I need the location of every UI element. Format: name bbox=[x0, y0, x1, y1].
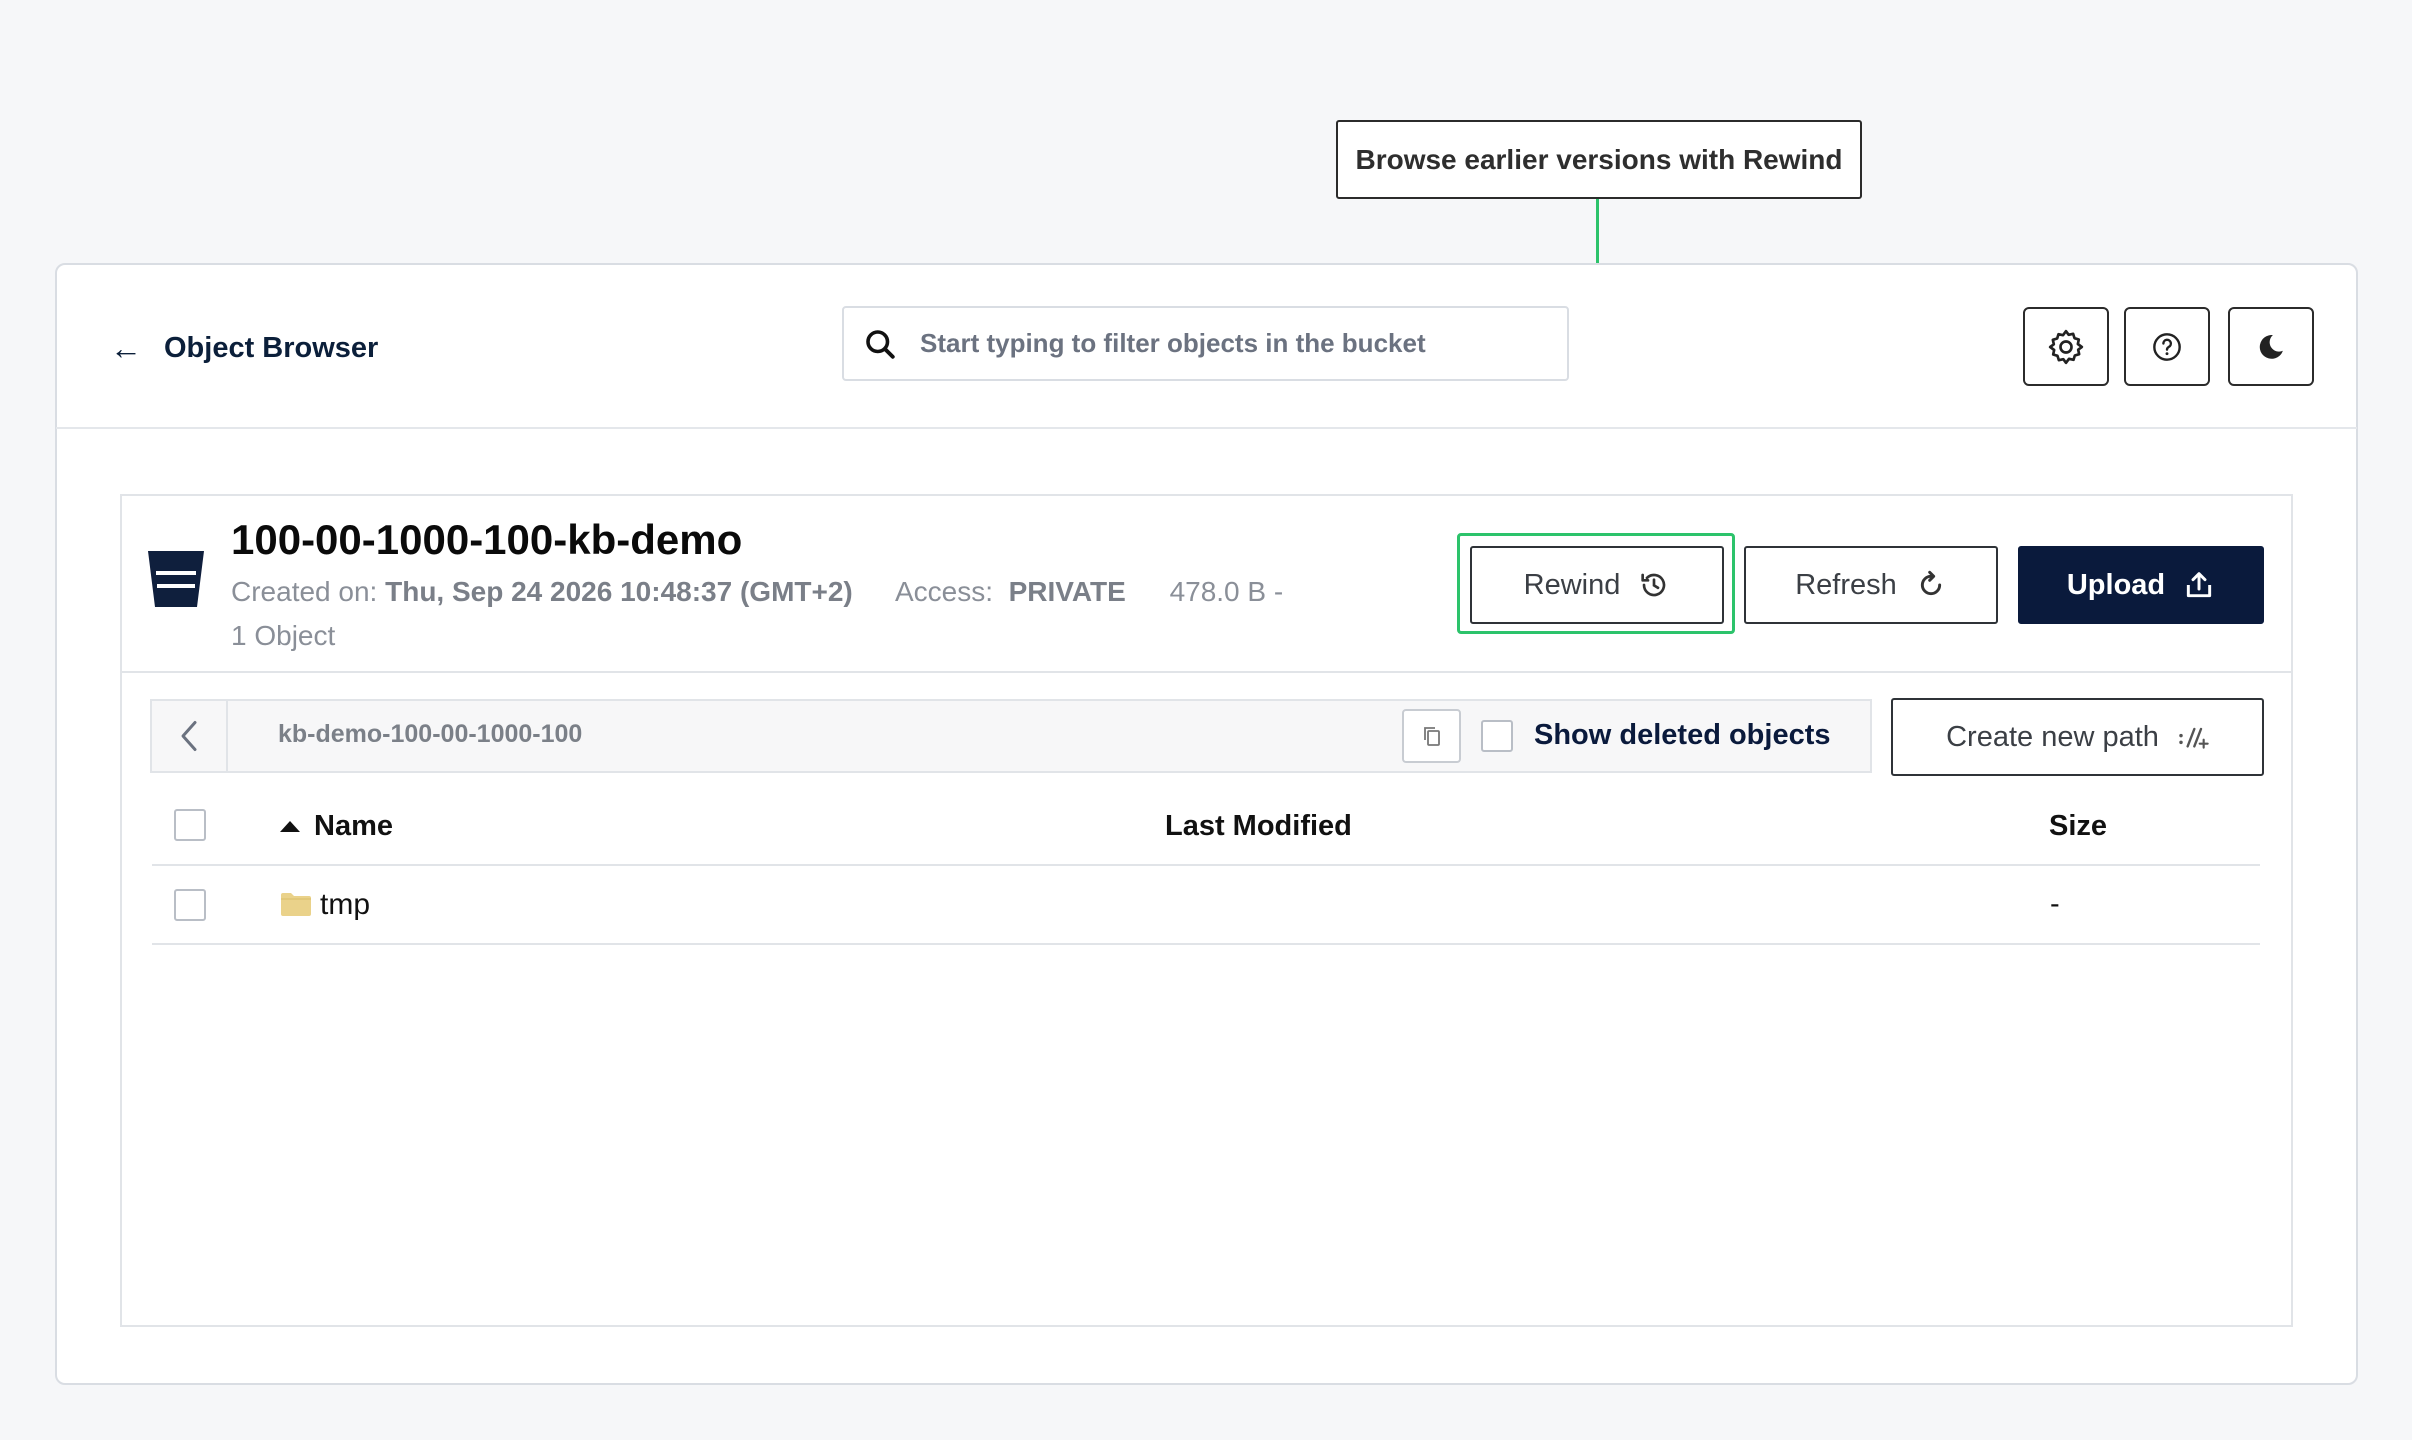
row-object-size: - bbox=[2050, 888, 2060, 920]
object-filter-search[interactable] bbox=[842, 306, 1569, 381]
create-path-label: Create new path bbox=[1946, 720, 2159, 753]
column-header-size[interactable]: Size bbox=[2049, 810, 2107, 843]
create-new-path-button[interactable]: Create new path bbox=[1891, 698, 2264, 776]
back-link-label: Object Browser bbox=[164, 331, 379, 364]
search-input[interactable] bbox=[918, 312, 1567, 375]
rewind-callout: Browse earlier versions with Rewind bbox=[1336, 120, 1862, 199]
header-divider bbox=[56, 427, 2357, 429]
column-header-last-modified[interactable]: Last Modified bbox=[1165, 810, 1352, 843]
table-row[interactable] bbox=[152, 866, 2260, 943]
help-button[interactable] bbox=[2124, 307, 2210, 386]
upload-icon bbox=[2187, 572, 2212, 598]
rewind-button[interactable]: Rewind bbox=[1470, 546, 1724, 624]
refresh-icon bbox=[1920, 570, 1941, 596]
copy-path-button[interactable] bbox=[1402, 709, 1461, 763]
access-value: PRIVATE bbox=[1008, 576, 1126, 607]
upload-button[interactable]: Upload bbox=[2018, 546, 2264, 624]
created-label: Created on: bbox=[231, 576, 378, 607]
table-row-divider bbox=[152, 943, 2260, 945]
help-icon bbox=[2153, 332, 2181, 361]
rewind-label: Rewind bbox=[1523, 568, 1621, 601]
row-object-name[interactable]: tmp bbox=[320, 888, 370, 922]
back-to-object-browser-link[interactable]: ← Object Browser bbox=[110, 326, 378, 370]
bucket-name: 100-00-1000-100-kb-demo bbox=[231, 516, 743, 563]
chevron-left-icon bbox=[181, 721, 197, 751]
refresh-label: Refresh bbox=[1795, 568, 1897, 601]
created-value: Thu, Sep 24 2026 10:48:37 (GMT+2) bbox=[385, 576, 853, 607]
bucket-size: 478.0 B - bbox=[1169, 576, 1284, 607]
show-deleted-label[interactable]: Show deleted objects bbox=[1534, 719, 1831, 752]
sort-ascending-icon bbox=[280, 821, 300, 832]
current-path: kb-demo-100-00-1000-100 bbox=[278, 720, 583, 748]
folder-icon bbox=[281, 893, 311, 916]
gear-icon bbox=[2048, 329, 2084, 364]
access-label: Access: bbox=[894, 576, 994, 607]
search-icon bbox=[866, 329, 895, 359]
column-header-name[interactable]: Name bbox=[280, 810, 393, 843]
upload-label: Upload bbox=[2066, 568, 2166, 601]
show-deleted-checkbox[interactable] bbox=[1481, 720, 1513, 752]
object-count: 1 Object bbox=[231, 620, 336, 651]
select-all-checkbox[interactable] bbox=[174, 809, 206, 841]
history-icon bbox=[1641, 573, 1666, 597]
refresh-button[interactable]: Refresh bbox=[1744, 546, 1998, 624]
bucket-icon bbox=[148, 551, 204, 607]
path-back-button[interactable] bbox=[152, 701, 228, 771]
moon-icon bbox=[2259, 334, 2283, 359]
column-name-label: Name bbox=[314, 810, 393, 842]
new-path-icon bbox=[2179, 727, 2209, 749]
row-checkbox[interactable] bbox=[174, 889, 206, 921]
arrow-left-icon: ← bbox=[110, 330, 142, 366]
card-divider bbox=[121, 671, 2292, 673]
settings-button[interactable] bbox=[2023, 307, 2109, 386]
dark-mode-toggle[interactable] bbox=[2228, 307, 2314, 386]
bucket-meta: Created on: Thu, Sep 24 2026 10:48:37 (G… bbox=[231, 576, 1283, 608]
copy-icon bbox=[1423, 727, 1440, 746]
